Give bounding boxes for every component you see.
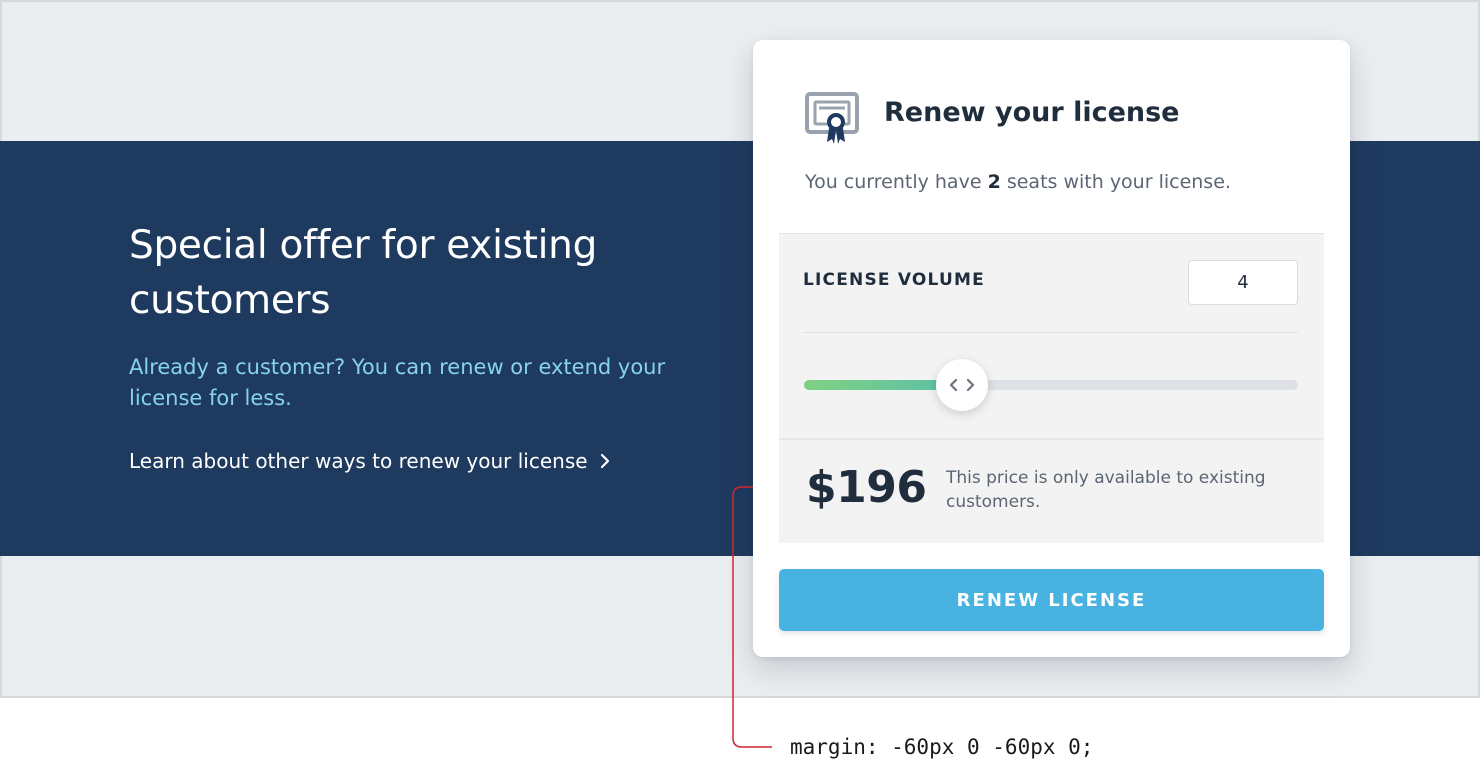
seats-suffix: seats with your license.: [1006, 171, 1231, 193]
license-volume-panel: LICENSE VOLUME $196 This price is only a…: [779, 233, 1324, 543]
card-title: Renew your license: [884, 97, 1180, 128]
renew-license-card: Renew your license You currently have 2 …: [753, 40, 1350, 657]
divider: [803, 332, 1298, 333]
price-note: This price is only available to existing…: [946, 468, 1266, 512]
slider-handle[interactable]: [936, 359, 989, 411]
learn-more-link[interactable]: Learn about other ways to renew your lic…: [129, 446, 610, 476]
annotation-code: margin: -60px 0 -60px 0;: [790, 735, 1094, 759]
renew-license-button[interactable]: RENEW LICENSE: [779, 569, 1324, 631]
seats-info: You currently have 2 seats with your lic…: [805, 168, 1231, 196]
certificate-icon: [805, 92, 859, 144]
chevrons-left-right-icon: [949, 378, 975, 392]
license-volume-label: LICENSE VOLUME: [803, 270, 985, 290]
price-value: $196: [806, 462, 927, 513]
hero-title: Special offer for existing customers: [129, 223, 598, 323]
chevron-right-icon: [600, 453, 609, 469]
learn-more-label: Learn about other ways to renew your lic…: [129, 449, 588, 473]
hero-subtitle: Already a customer? You can renew or ext…: [129, 355, 666, 410]
license-volume-slider[interactable]: [804, 380, 1298, 390]
seats-count: 2: [987, 171, 1001, 193]
seats-prefix: You currently have: [805, 171, 982, 193]
license-volume-input[interactable]: [1188, 260, 1298, 305]
divider: [779, 438, 1324, 440]
